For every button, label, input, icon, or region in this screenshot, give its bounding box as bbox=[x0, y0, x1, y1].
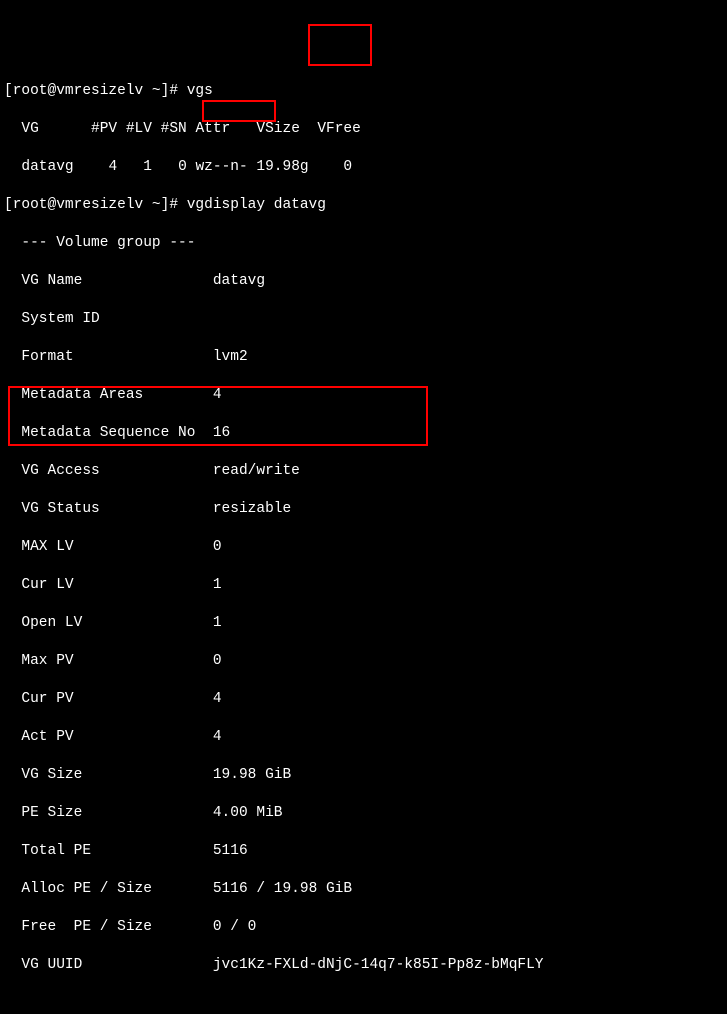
value-cur-lv: 1 bbox=[213, 577, 222, 593]
vgs-val-lv: 1 bbox=[143, 159, 152, 175]
field-free-pe: Free PE / Size 0 / 0 bbox=[4, 918, 723, 937]
vgs-col-vg: VG bbox=[21, 121, 38, 137]
value-format: lvm2 bbox=[213, 349, 248, 365]
vgs-row: datavg 4 1 0 wz--n- 19.98g 0 bbox=[4, 158, 723, 177]
label-max-lv: MAX LV bbox=[21, 539, 73, 555]
value-vg-uuid: jvc1Kz-FXLd-dNjC-14q7-k85I-Pp8z-bMqFLY bbox=[213, 957, 544, 973]
label-alloc-pe: Alloc PE / Size bbox=[21, 881, 152, 897]
vgs-col-sn: #SN bbox=[161, 121, 187, 137]
value-alloc-pe: 5116 / 19.98 GiB bbox=[213, 881, 352, 897]
prompt-userhost: [root@vmresizelv ~]# bbox=[4, 83, 178, 99]
value-pe-size: 4.00 MiB bbox=[213, 805, 283, 821]
value-free-pe: 0 / 0 bbox=[213, 919, 257, 935]
label-total-pe: Total PE bbox=[21, 843, 91, 859]
field-format: Format lvm2 bbox=[4, 348, 723, 367]
field-system-id: System ID bbox=[4, 310, 723, 329]
field-total-pe: Total PE 5116 bbox=[4, 842, 723, 861]
vgs-col-pv: #PV bbox=[91, 121, 117, 137]
field-open-lv: Open LV 1 bbox=[4, 614, 723, 633]
vgs-col-lv: #LV bbox=[126, 121, 152, 137]
field-vg-size: VG Size 19.98 GiB bbox=[4, 766, 723, 785]
highlight-vg-name bbox=[202, 100, 276, 122]
field-vg-name: VG Name datavg bbox=[4, 272, 723, 291]
label-cur-pv: Cur PV bbox=[21, 691, 73, 707]
field-max-pv: Max PV 0 bbox=[4, 652, 723, 671]
vgs-col-attr: Attr bbox=[195, 121, 230, 137]
vgs-val-vg: datavg bbox=[21, 159, 73, 175]
field-alloc-pe: Alloc PE / Size 5116 / 19.98 GiB bbox=[4, 880, 723, 899]
label-max-pv: Max PV bbox=[21, 653, 73, 669]
vgs-col-vsize: VSize bbox=[256, 121, 300, 137]
value-max-lv: 0 bbox=[213, 539, 222, 555]
value-cur-pv: 4 bbox=[213, 691, 222, 707]
value-total-pe: 5116 bbox=[213, 843, 248, 859]
field-meta-areas: Metadata Areas 4 bbox=[4, 386, 723, 405]
field-vg-access: VG Access read/write bbox=[4, 462, 723, 481]
vgs-val-vfree: 0 bbox=[343, 159, 352, 175]
value-vg-name: datavg bbox=[213, 273, 265, 289]
highlight-vfree bbox=[308, 24, 372, 66]
field-meta-seq: Metadata Sequence No 16 bbox=[4, 424, 723, 443]
label-cur-lv: Cur LV bbox=[21, 577, 73, 593]
value-max-pv: 0 bbox=[213, 653, 222, 669]
field-vg-status: VG Status resizable bbox=[4, 500, 723, 519]
prompt-line-1: [root@vmresizelv ~]# vgs bbox=[4, 82, 723, 101]
vgs-val-sn: 0 bbox=[178, 159, 187, 175]
vgs-val-pv: 4 bbox=[108, 159, 117, 175]
value-open-lv: 1 bbox=[213, 615, 222, 631]
field-act-pv: Act PV 4 bbox=[4, 728, 723, 747]
label-free-pe: Free PE / Size bbox=[21, 919, 152, 935]
label-vg-size: VG Size bbox=[21, 767, 82, 783]
value-vg-size: 19.98 GiB bbox=[213, 767, 291, 783]
field-vg-uuid: VG UUID jvc1Kz-FXLd-dNjC-14q7-k85I-Pp8z-… bbox=[4, 956, 723, 975]
prompt-line-2: [root@vmresizelv ~]# vgdisplay datavg bbox=[4, 196, 723, 215]
label-system-id: System ID bbox=[21, 311, 99, 327]
value-meta-areas: 4 bbox=[213, 387, 222, 403]
command-vgdisplay: vgdisplay datavg bbox=[187, 197, 326, 213]
field-cur-pv: Cur PV 4 bbox=[4, 690, 723, 709]
field-cur-lv: Cur LV 1 bbox=[4, 576, 723, 595]
label-act-pv: Act PV bbox=[21, 729, 73, 745]
command-vgs: vgs bbox=[187, 83, 213, 99]
label-meta-areas: Metadata Areas bbox=[21, 387, 143, 403]
label-vg-status: VG Status bbox=[21, 501, 99, 517]
label-format: Format bbox=[21, 349, 73, 365]
label-vg-name: VG Name bbox=[21, 273, 82, 289]
value-vg-status: resizable bbox=[213, 501, 291, 517]
label-open-lv: Open LV bbox=[21, 615, 82, 631]
section-header: --- Volume group --- bbox=[4, 234, 723, 253]
vgs-val-attr: wz--n- bbox=[195, 159, 247, 175]
field-pe-size: PE Size 4.00 MiB bbox=[4, 804, 723, 823]
prompt-userhost: [root@vmresizelv ~]# bbox=[4, 197, 178, 213]
vgs-header: VG #PV #LV #SN Attr VSize VFree bbox=[4, 120, 723, 139]
value-meta-seq: 16 bbox=[213, 425, 230, 441]
field-max-lv: MAX LV 0 bbox=[4, 538, 723, 557]
label-pe-size: PE Size bbox=[21, 805, 82, 821]
label-vg-access: VG Access bbox=[21, 463, 99, 479]
vgs-col-vfree: VFree bbox=[317, 121, 361, 137]
vgs-val-vsize: 19.98g bbox=[256, 159, 308, 175]
label-vg-uuid: VG UUID bbox=[21, 957, 82, 973]
value-vg-access: read/write bbox=[213, 463, 300, 479]
value-act-pv: 4 bbox=[213, 729, 222, 745]
label-meta-seq: Metadata Sequence No bbox=[21, 425, 195, 441]
